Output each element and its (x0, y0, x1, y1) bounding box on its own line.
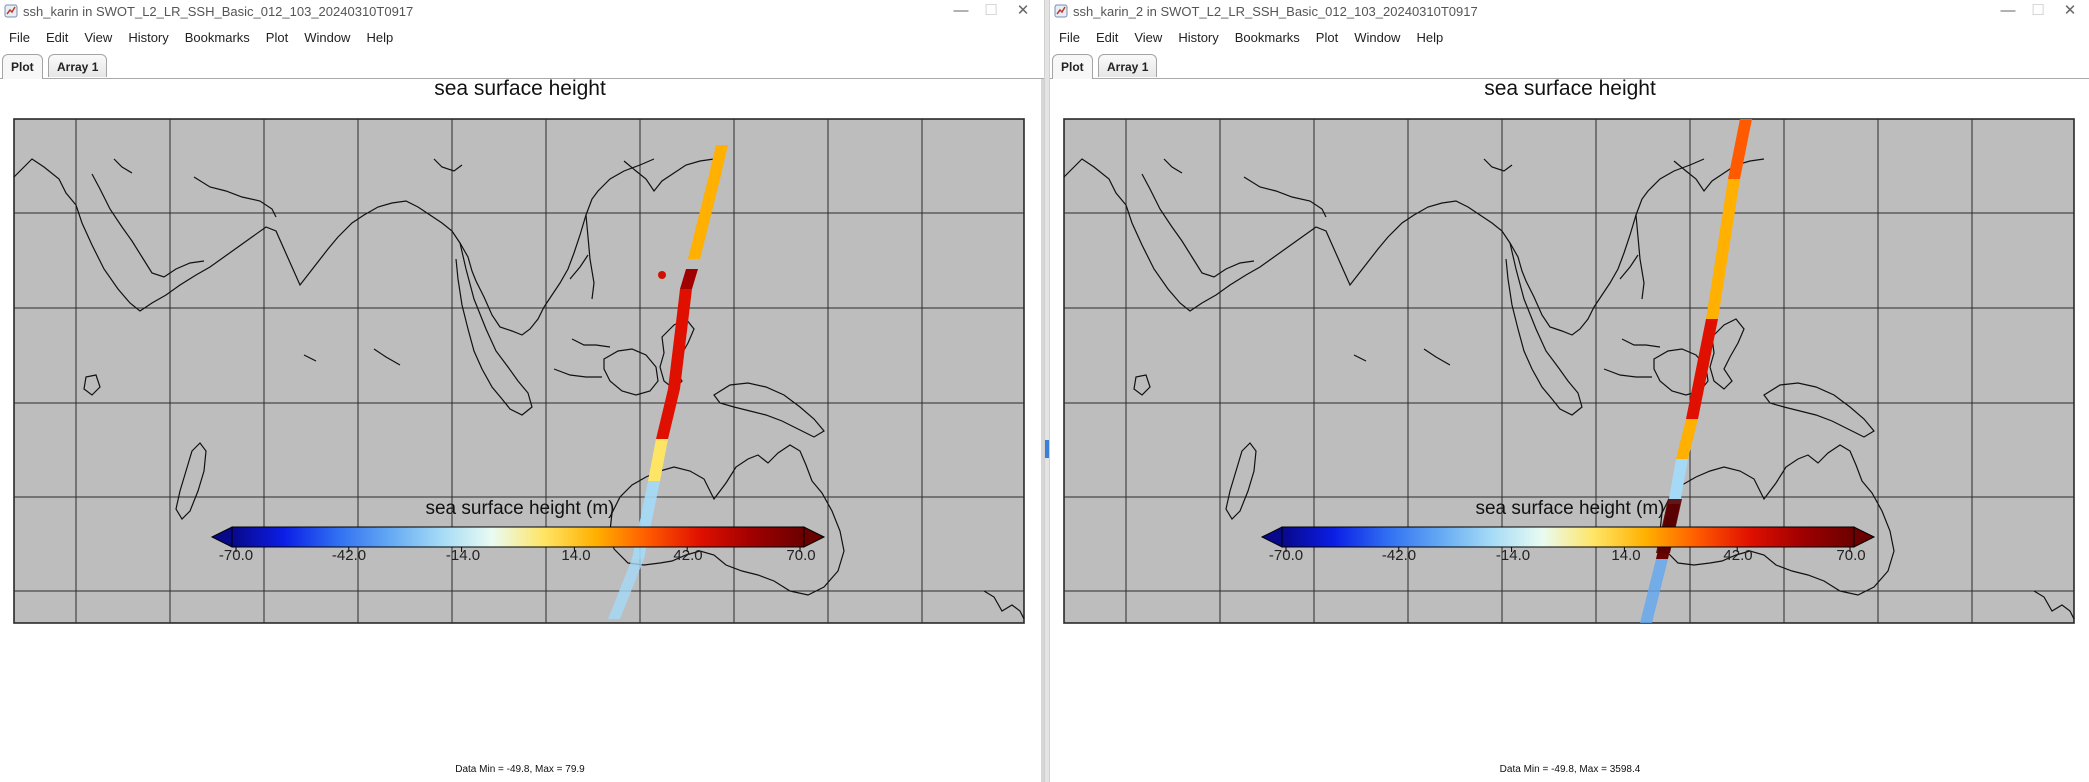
plot-window-2: ssh_karin_2 in SWOT_L2_LR_SSH_Basic_012_… (1050, 0, 2089, 782)
java-app-icon (1054, 4, 1068, 18)
menu-plot[interactable]: Plot (1307, 27, 1345, 47)
title-bar[interactable]: ssh_karin in SWOT_L2_LR_SSH_Basic_012_10… (0, 0, 1044, 22)
close-icon[interactable]: ✕ (2055, 1, 2085, 21)
colorbar-tick-label: 42.0 (673, 547, 702, 564)
data-stats: Data Min = -49.8, Max = 79.9 (455, 764, 585, 775)
minimize-icon[interactable]: — (946, 1, 976, 21)
maximize-icon[interactable]: ☐ (2023, 1, 2053, 21)
divider-handle[interactable] (1045, 440, 1049, 458)
menu-edit[interactable]: Edit (1087, 27, 1125, 47)
menu-bookmarks[interactable]: Bookmarks (1226, 27, 1307, 47)
menu-bar: File Edit View History Bookmarks Plot Wi… (1050, 27, 2089, 47)
colorbar-title: sea surface height (m) (1475, 498, 1664, 519)
plot-panel: sea surface height sea surface height (m… (1050, 77, 2089, 782)
maximize-icon[interactable]: ☐ (976, 1, 1006, 21)
tab-strip: Plot Array 1 (0, 52, 1044, 79)
menu-file[interactable]: File (1050, 27, 1087, 47)
menu-bookmarks[interactable]: Bookmarks (176, 27, 257, 47)
tab-plot[interactable]: Plot (1052, 54, 1093, 79)
colorbar-tick-label: -14.0 (446, 547, 480, 564)
plot-canvas[interactable]: sea surface height sea surface height (m… (0, 77, 1044, 782)
menu-help[interactable]: Help (1407, 27, 1450, 47)
plot-title: sea surface height (1484, 79, 1656, 100)
colorbar-tick-label: 70.0 (1836, 547, 1865, 564)
colorbar-tick-label: 70.0 (786, 547, 815, 564)
menu-window[interactable]: Window (1345, 27, 1407, 47)
colorbar-title: sea surface height (m) (425, 498, 614, 519)
plot-panel: sea surface height sea surface height (m… (0, 77, 1044, 782)
window-title: ssh_karin in SWOT_L2_LR_SSH_Basic_012_10… (23, 4, 414, 19)
plot-window-1: ssh_karin in SWOT_L2_LR_SSH_Basic_012_10… (0, 0, 1044, 782)
menu-view[interactable]: View (1125, 27, 1169, 47)
data-stats: Data Min = -49.8, Max = 3598.4 (1500, 764, 1641, 775)
menu-window[interactable]: Window (295, 27, 357, 47)
tab-strip: Plot Array 1 (1050, 52, 2089, 79)
window-title: ssh_karin_2 in SWOT_L2_LR_SSH_Basic_012_… (1073, 4, 1478, 19)
colorbar-tick-label: -70.0 (1269, 547, 1303, 564)
colorbar-tick-label: -42.0 (1382, 547, 1416, 564)
colorbar-tick-label: 14.0 (561, 547, 590, 564)
tab-plot[interactable]: Plot (2, 54, 43, 79)
colorbar-tick-label: -14.0 (1496, 547, 1530, 564)
menu-history[interactable]: History (1169, 27, 1225, 47)
menu-file[interactable]: File (0, 27, 37, 47)
close-icon[interactable]: ✕ (1008, 1, 1038, 21)
colorbar-tick-label: 42.0 (1723, 547, 1752, 564)
minimize-icon[interactable]: — (1993, 1, 2023, 21)
menu-edit[interactable]: Edit (37, 27, 75, 47)
menu-view[interactable]: View (75, 27, 119, 47)
plot-canvas[interactable]: sea surface height sea surface height (m… (1050, 77, 2089, 782)
menu-history[interactable]: History (119, 27, 175, 47)
tab-array-1[interactable]: Array 1 (48, 54, 108, 77)
tab-array-1[interactable]: Array 1 (1098, 54, 1158, 77)
menu-bar: File Edit View History Bookmarks Plot Wi… (0, 27, 1044, 47)
plot-title: sea surface height (434, 79, 606, 100)
colorbar-tick-label: -70.0 (219, 547, 253, 564)
colorbar-tick-label: 14.0 (1611, 547, 1640, 564)
java-app-icon (4, 4, 18, 18)
title-bar[interactable]: ssh_karin_2 in SWOT_L2_LR_SSH_Basic_012_… (1050, 0, 2089, 22)
menu-help[interactable]: Help (357, 27, 400, 47)
colorbar-tick-label: -42.0 (332, 547, 366, 564)
menu-plot[interactable]: Plot (257, 27, 295, 47)
